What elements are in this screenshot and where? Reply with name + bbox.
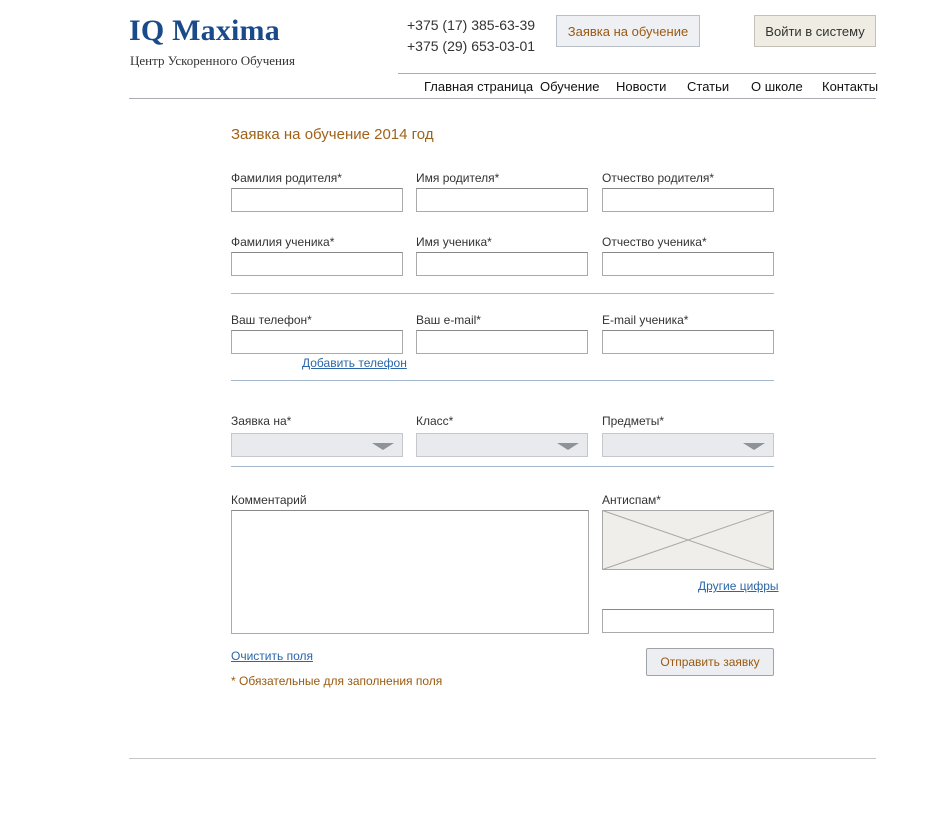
application-for-label: Заявка на* xyxy=(231,414,292,428)
footer-divider xyxy=(129,758,876,759)
nav-item-training[interactable]: Обучение xyxy=(540,79,599,94)
antispam-input[interactable] xyxy=(602,609,774,633)
nav-item-news[interactable]: Новости xyxy=(616,79,666,94)
dropdown-arrow-icon xyxy=(372,443,394,450)
subjects-label: Предметы* xyxy=(602,414,665,428)
student-last-name-label: Фамилия ученика* xyxy=(231,235,335,249)
nav-top-divider xyxy=(398,73,876,74)
section-divider-3 xyxy=(231,466,774,467)
dropdown-arrow-icon xyxy=(743,443,765,450)
header-bottom-divider xyxy=(129,98,876,99)
nav-item-contacts[interactable]: Контакты xyxy=(822,79,878,94)
student-email-label: E-mail ученика* xyxy=(602,313,689,327)
submit-application-button[interactable]: Отправить заявку xyxy=(646,648,774,676)
form-title: Заявка на обучение 2014 год xyxy=(231,126,434,143)
login-button[interactable]: Войти в систему xyxy=(754,15,876,47)
section-divider-2 xyxy=(231,380,774,381)
student-first-name-label: Имя ученика* xyxy=(416,235,492,249)
application-for-select[interactable] xyxy=(231,433,403,457)
subjects-select[interactable] xyxy=(602,433,774,457)
clear-fields-link[interactable]: Очистить поля xyxy=(231,649,313,663)
student-middle-name-input[interactable] xyxy=(602,252,774,276)
nav-item-home[interactable]: Главная страница xyxy=(424,79,533,94)
section-divider-1 xyxy=(231,293,774,294)
grade-select[interactable] xyxy=(416,433,588,457)
other-digits-link[interactable]: Другие цифры xyxy=(698,579,779,593)
comment-label: Комментарий xyxy=(231,493,307,507)
parent-last-name-input[interactable] xyxy=(231,188,403,212)
phone-number-1: +375 (17) 385-63-39 xyxy=(407,17,536,33)
apply-for-training-button[interactable]: Заявка на обучение xyxy=(556,15,700,47)
tagline: Центр Ускоренного Обучения xyxy=(130,53,295,68)
phone-label: Ваш телефон* xyxy=(231,313,312,327)
email-label: Ваш e-mail* xyxy=(416,313,481,327)
grade-label: Класс* xyxy=(416,414,454,428)
logo[interactable]: IQ Maxima xyxy=(129,14,280,48)
student-email-input[interactable] xyxy=(602,330,774,354)
dropdown-arrow-icon xyxy=(557,443,579,450)
phone-number-2: +375 (29) 653-03-01 xyxy=(407,38,536,54)
student-last-name-input[interactable] xyxy=(231,252,403,276)
required-fields-note: * Обязательные для заполнения поля xyxy=(231,674,443,688)
parent-last-name-label: Фамилия родителя* xyxy=(231,171,342,185)
phone-input[interactable] xyxy=(231,330,403,354)
nav-item-about[interactable]: О школе xyxy=(751,79,803,94)
antispam-label: Антиспам* xyxy=(602,493,661,507)
add-phone-link[interactable]: Добавить телефон xyxy=(302,356,407,370)
captcha-image-placeholder xyxy=(602,510,774,570)
parent-middle-name-label: Отчество родителя* xyxy=(602,171,715,185)
nav-item-articles[interactable]: Статьи xyxy=(687,79,729,94)
parent-first-name-label: Имя родителя* xyxy=(416,171,500,185)
parent-first-name-input[interactable] xyxy=(416,188,588,212)
email-input[interactable] xyxy=(416,330,588,354)
student-middle-name-label: Отчество ученика* xyxy=(602,235,707,249)
parent-middle-name-input[interactable] xyxy=(602,188,774,212)
student-first-name-input[interactable] xyxy=(416,252,588,276)
comment-textarea[interactable] xyxy=(231,510,589,634)
